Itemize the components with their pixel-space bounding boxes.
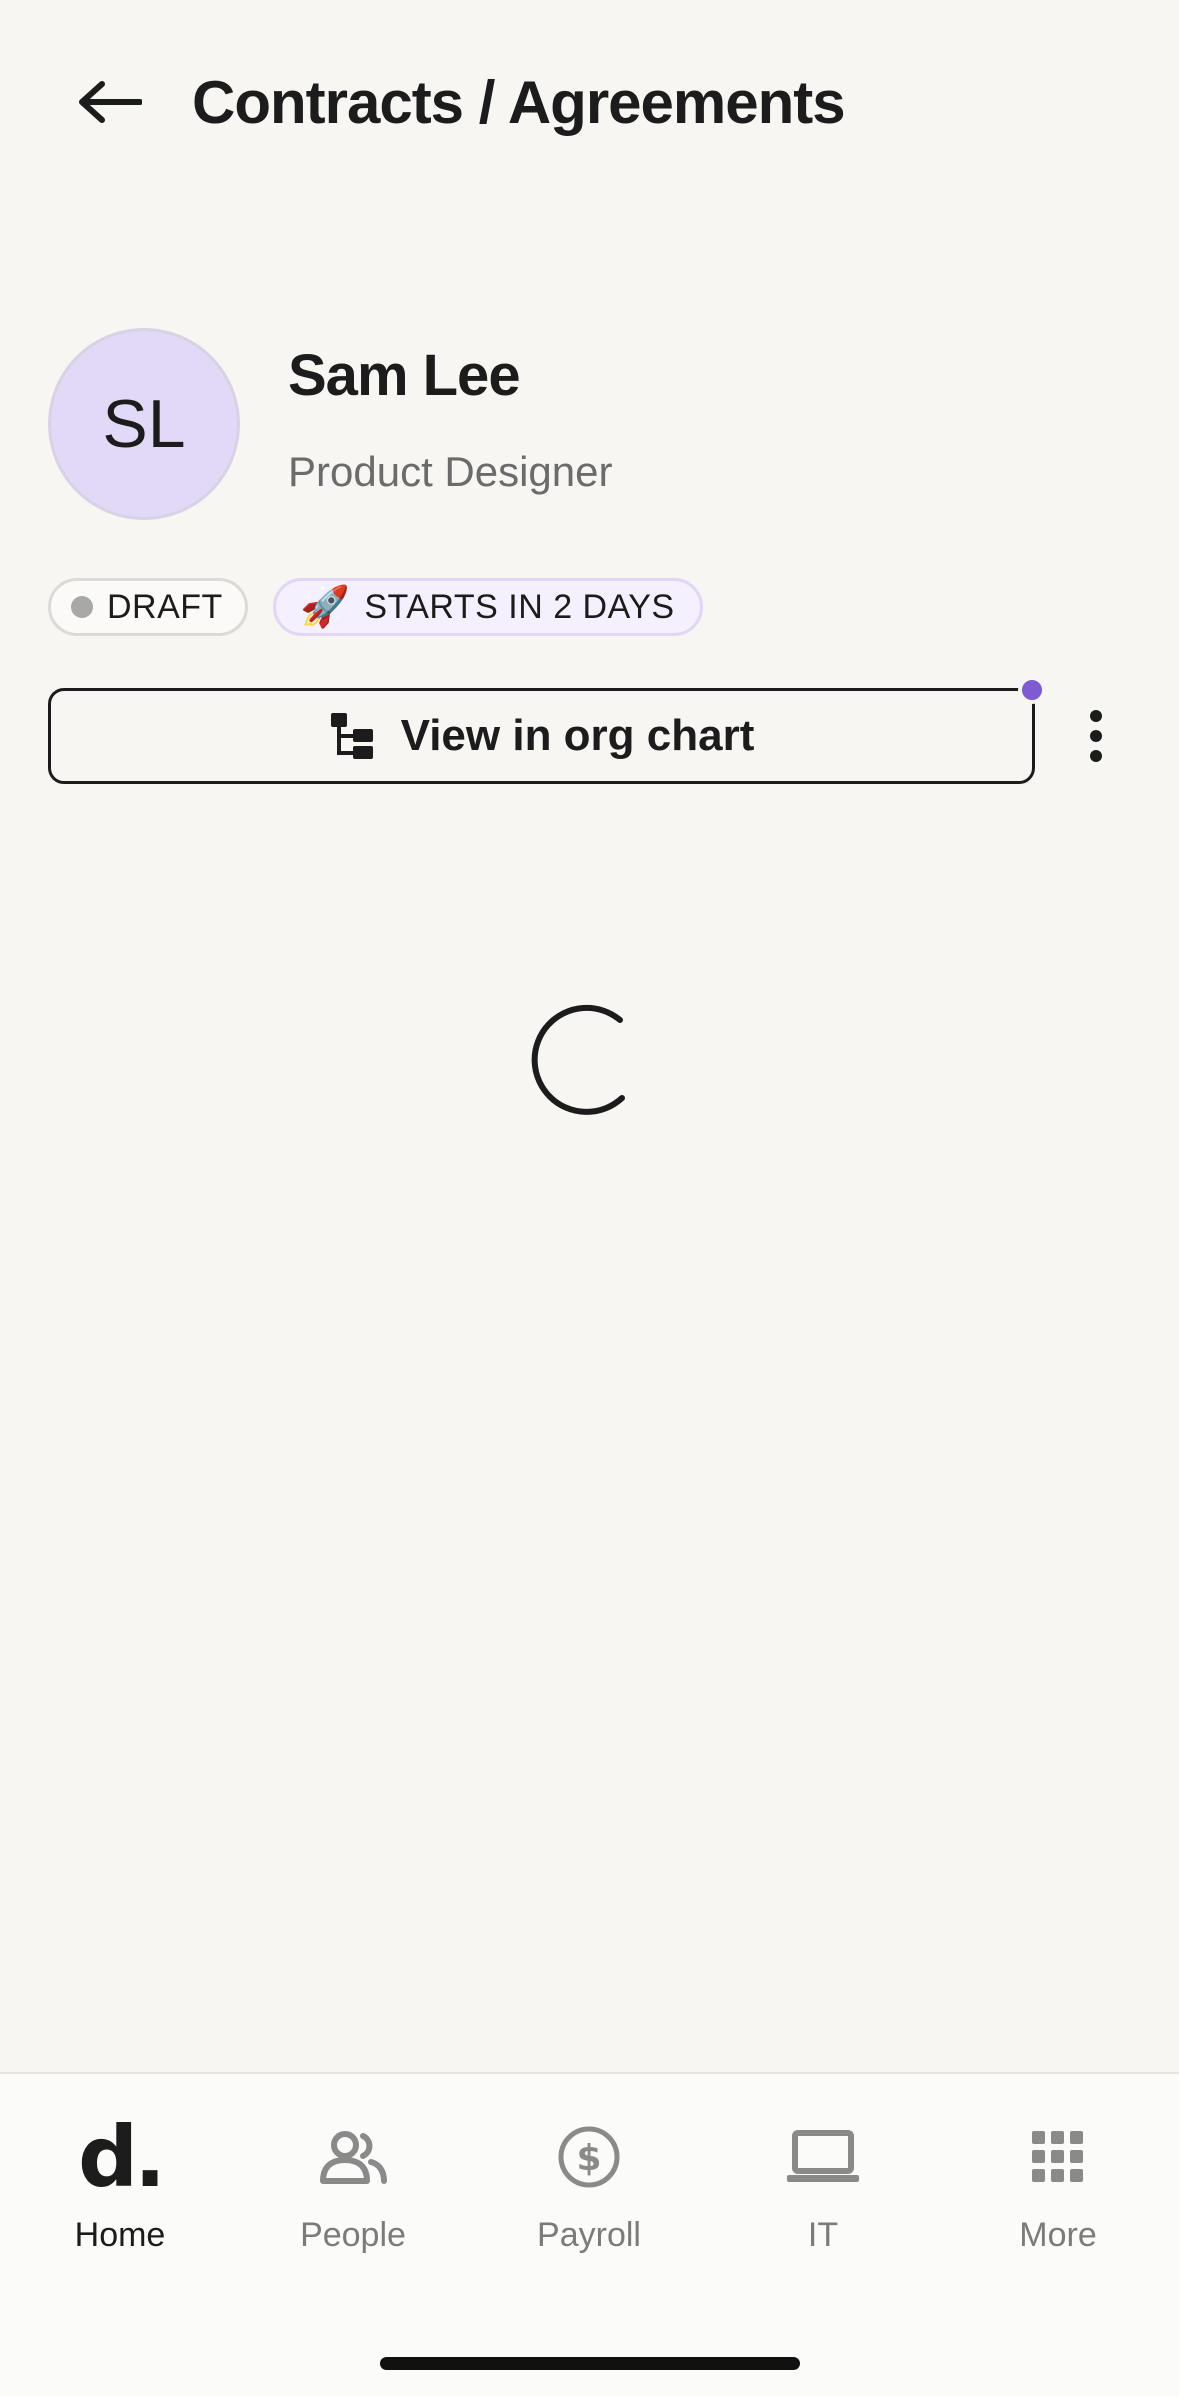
grid-icon [1032,2131,1083,2182]
top-bar: Contracts / Agreements [0,0,1179,200]
nav-item-people[interactable]: People [253,2114,453,2314]
nav-label-people: People [300,2216,406,2254]
start-date-badge: 🚀 STARTS IN 2 DAYS [273,578,703,636]
home-indicator [380,2357,800,2370]
nav-label-home: Home [74,2216,166,2254]
nav-item-more[interactable]: More [958,2114,1158,2314]
bottom-nav: d. Home People $ Payroll IT More [0,2072,1179,2396]
view-org-chart-button[interactable]: View in org chart [48,688,1035,784]
kebab-menu-icon [1090,710,1102,722]
back-button[interactable] [70,62,150,142]
page-title: Contracts / Agreements [192,69,846,136]
person-role: Product Designer [288,448,613,495]
contract-screen: Contracts / Agreements SL Sam Lee Produc… [0,0,1179,2396]
status-badge-label: DRAFT [107,587,223,626]
rocket-icon: 🚀 [300,585,351,629]
dollar-icon: $ [558,2126,620,2188]
nav-label-it: IT [807,2216,839,2254]
status-badge-draft: DRAFT [48,578,248,636]
org-chart-icon [330,713,373,759]
start-date-label: STARTS IN 2 DAYS [364,587,675,626]
loading-spinner-icon [531,1004,625,1115]
nav-item-home[interactable]: d. Home [20,2114,220,2314]
nav-item-it[interactable]: IT [723,2114,923,2314]
status-dot-icon [71,596,93,618]
avatar: SL [48,328,240,520]
people-icon [320,2131,387,2184]
svg-text:$: $ [576,2138,601,2179]
nav-item-payroll[interactable]: $ Payroll [489,2114,689,2314]
view-org-chart-label: View in org chart [400,711,755,760]
more-options-button[interactable] [1070,700,1122,772]
laptop-icon [787,2130,859,2182]
person-name: Sam Lee [288,343,521,408]
home-logo-icon: d. [77,2108,166,2206]
nav-label-payroll: Payroll [537,2216,641,2254]
notification-dot [1018,676,1046,704]
arrow-left-icon [79,81,142,123]
nav-label-more: More [1019,2216,1097,2254]
